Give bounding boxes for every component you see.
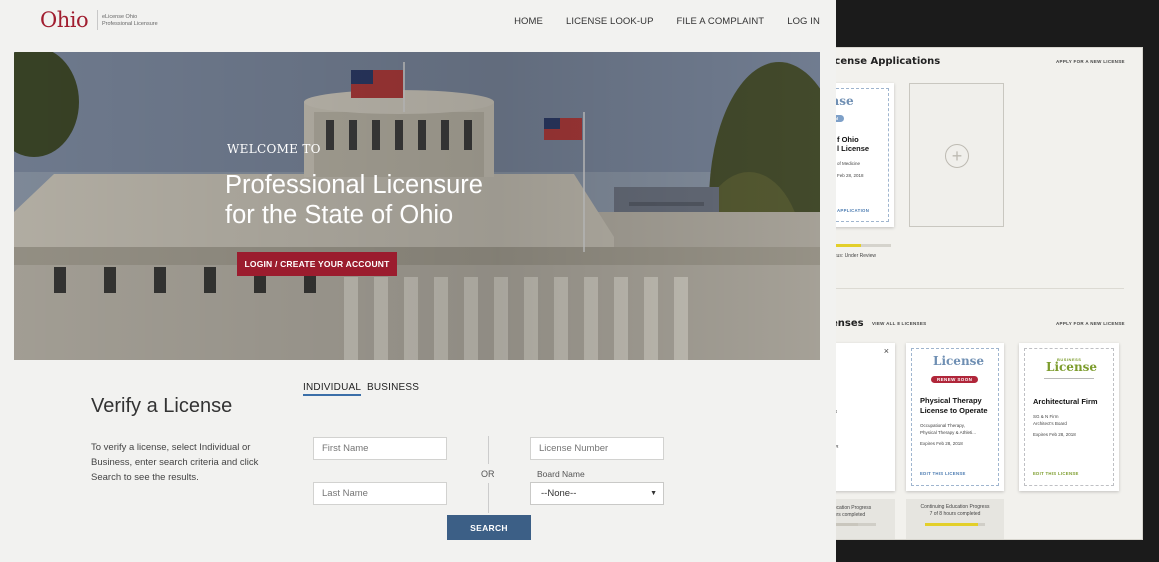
add-application-card[interactable]: +	[909, 83, 1004, 227]
plus-icon: +	[945, 144, 969, 168]
close-icon[interactable]: ×	[884, 346, 889, 356]
applications-title: icense Applications	[831, 56, 941, 67]
card-rule	[1044, 378, 1094, 379]
logo-divider	[97, 10, 98, 30]
view-all-licenses-link[interactable]: VIEW ALL 8 LICENSES	[872, 321, 926, 326]
nav-license-lookup[interactable]: LICENSE LOOK-UP	[566, 16, 654, 27]
ce-progress-sub: 7 of 8 hours completed	[929, 511, 981, 517]
ce-progress-title: Continuing Education Progress	[920, 504, 990, 510]
nav-file-complaint[interactable]: FILE A COMPLAINT	[677, 16, 765, 27]
or-divider-bottom	[488, 483, 489, 513]
hero-banner: WELCOME TO Professional Licensure for th…	[14, 52, 820, 360]
card-name-line1: f Ohio	[837, 135, 859, 144]
main-page: Ohio eLicense Ohio Professional Licensur…	[0, 0, 836, 562]
first-name-input[interactable]	[313, 437, 447, 460]
board-name-value: --None--	[541, 488, 577, 499]
card-name-line2: License to Operate	[920, 406, 988, 415]
license-card-physical-therapy[interactable]: License RENEW SOON Physical Therapy Lice…	[906, 343, 1004, 491]
ce-progress-sub: ours completed	[831, 512, 866, 518]
last-name-input[interactable]	[313, 482, 447, 505]
hero-title: Professional Licensure for the State of …	[225, 170, 483, 230]
card-date: Expires Feb 28, 2018	[920, 441, 963, 446]
or-label: OR	[481, 469, 495, 479]
nav-home[interactable]: HOME	[514, 16, 543, 27]
status-text: tatus: Under Review	[831, 253, 877, 259]
card-sub-line2: Architect's Board	[1033, 421, 1067, 426]
tab-individual[interactable]: INDIVIDUAL	[303, 382, 362, 396]
logo-subtitle: eLicense Ohio Professional Licensure	[102, 14, 158, 27]
hero-title-line1: Professional Licensure	[225, 171, 483, 199]
ce-progress-fill	[925, 523, 978, 526]
card-name-line2: l License	[837, 144, 870, 153]
nav-log-in[interactable]: LOG IN	[787, 16, 820, 27]
license-card-architectural-firm[interactable]: BUSINESS License Architectural Firm SG &…	[1019, 343, 1119, 491]
ce-progress-box: Continuing Education Progress 7 of 8 hou…	[906, 499, 1004, 539]
tab-business[interactable]: BUSINESS	[367, 382, 419, 393]
card-script-title: License	[1046, 360, 1098, 374]
card-border	[911, 348, 999, 486]
edit-license-link[interactable]: EDIT THIS LICENSE	[920, 471, 966, 476]
chevron-down-icon: ▼	[650, 490, 657, 497]
renew-soon-badge: RENEW SOON	[931, 376, 979, 383]
card-name: Architectural Firm	[1033, 397, 1098, 406]
dashboard-panel: icense Applications APPLY FOR A NEW LICE…	[800, 47, 1143, 540]
license-number-input[interactable]	[530, 437, 664, 460]
card-sub-line2: Physical Therapy & Athleti...	[920, 430, 976, 435]
ce-progress-track	[831, 523, 876, 526]
card-script-title: License	[933, 354, 985, 368]
main-nav: HOME LICENSE LOOK-UP FILE A COMPLAINT LO…	[514, 16, 820, 27]
board-name-select[interactable]: --None-- ▼	[530, 482, 664, 505]
verify-title: Verify a License	[91, 395, 233, 417]
section-divider	[831, 288, 1124, 289]
apply-new-license-link[interactable]: APPLY FOR A NEW LICENSE	[1056, 59, 1125, 64]
ce-progress-track	[925, 523, 985, 526]
card-board: of Medicine	[837, 161, 861, 166]
or-divider-top	[488, 436, 489, 464]
apply-new-license-link-2[interactable]: APPLY FOR A NEW LICENSE	[1056, 321, 1125, 326]
card-name-line1: Physical Therapy	[920, 396, 982, 405]
card-sub-line1: Occupational Therapy,	[920, 423, 965, 428]
ce-progress-title: ducation Progress	[831, 505, 872, 511]
logo-subtitle-line2: Professional Licensure	[102, 20, 158, 27]
login-create-account-button[interactable]: LOGIN / CREATE YOUR ACCOUNT	[237, 252, 397, 276]
card-date: Feb 28, 2018	[837, 173, 864, 178]
edit-license-link[interactable]: EDIT THIS LICENSE	[1033, 471, 1079, 476]
status-progress-track	[831, 244, 891, 247]
card-date: Expires Feb 28, 2018	[1033, 432, 1076, 437]
card-footer-link[interactable]: APPLICATION	[837, 208, 869, 213]
verify-description: To verify a license, select Individual o…	[91, 442, 259, 483]
hero-title-line2: for the State of Ohio	[225, 201, 454, 229]
search-button[interactable]: SEARCH	[447, 515, 531, 540]
card-sub-line1: SG & N Firm	[1033, 414, 1059, 419]
ohio-logo[interactable]: Ohio	[40, 8, 89, 32]
hero-welcome: WELCOME TO	[227, 142, 321, 156]
board-name-label: Board Name	[537, 469, 585, 479]
